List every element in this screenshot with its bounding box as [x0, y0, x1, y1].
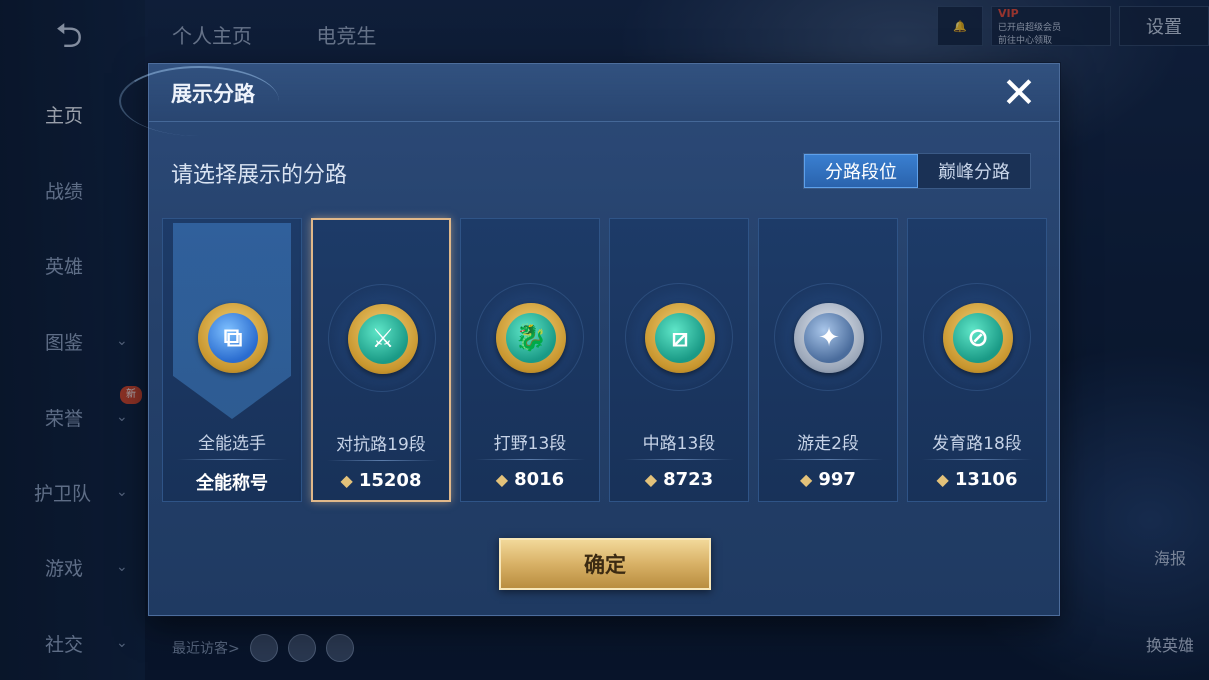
allround-emblem-icon: ⧉: [198, 303, 268, 373]
lane-card-clash[interactable]: ⚔ 对抗路19段 ◆ 15208: [311, 218, 451, 502]
score-mark-icon: ◆: [340, 471, 353, 490]
lane-score: ◆ 997: [800, 469, 856, 490]
confirm-button[interactable]: 确定: [499, 538, 711, 590]
divider: [327, 460, 437, 461]
lane-mode-toggle: 分路段位 巅峰分路: [803, 153, 1031, 189]
divider: [624, 459, 734, 460]
close-icon[interactable]: ✕: [997, 72, 1041, 116]
lane-name: 全能选手: [198, 434, 266, 454]
toggle-peak-lane[interactable]: 巅峰分路: [918, 154, 1030, 188]
roam-emblem-icon: ✦: [794, 303, 864, 373]
lane-score: ◆ 8723: [644, 469, 714, 490]
jungle-emblem-icon: 🐉: [496, 303, 566, 373]
lane-card-mid[interactable]: ⧄ 中路13段 ◆ 8723: [609, 218, 749, 502]
dialog-title: 展示分路: [171, 82, 255, 106]
lane-name: 打野13段: [493, 434, 567, 454]
lane-score: ◆ 13106: [936, 469, 1018, 490]
lane-score: ◆ 8016: [495, 469, 565, 490]
lane-name: 发育路18段: [932, 434, 1022, 454]
lane-card-allround[interactable]: ⧉ 全能选手 全能称号: [162, 218, 302, 502]
lane-display-dialog: 展示分路 ✕ 请选择展示的分路 分路段位 巅峰分路 ⧉ 全能选手 全能称号 ⚔ …: [119, 63, 1060, 616]
lane-name: 游走2段: [797, 434, 859, 454]
clash-lane-emblem-icon: ⚔: [348, 304, 418, 374]
lane-name: 对抗路19段: [336, 435, 426, 455]
score-mark-icon: ◆: [936, 470, 949, 489]
farm-lane-emblem-icon: ⊘: [943, 303, 1013, 373]
dialog-subtitle: 请选择展示的分路: [171, 163, 348, 188]
divider: [177, 459, 287, 460]
lane-card-jungle[interactable]: 🐉 打野13段 ◆ 8016: [460, 218, 600, 502]
divider: [475, 459, 585, 460]
divider: [773, 459, 883, 460]
score-mark-icon: ◆: [800, 470, 813, 489]
lane-score: 全能称号: [196, 473, 268, 494]
lane-card-roam[interactable]: ✦ 游走2段 ◆ 997: [758, 218, 898, 502]
mid-lane-emblem-icon: ⧄: [645, 303, 715, 373]
lane-card-farm[interactable]: ⊘ 发育路18段 ◆ 13106: [907, 218, 1047, 502]
lane-score: ◆ 15208: [340, 470, 422, 491]
lane-name: 中路13段: [642, 434, 716, 454]
divider: [922, 459, 1032, 460]
dialog-header: 展示分路 ✕: [119, 64, 1059, 136]
toggle-lane-rank[interactable]: 分路段位: [804, 154, 918, 188]
score-mark-icon: ◆: [644, 470, 658, 489]
score-mark-icon: ◆: [495, 470, 509, 489]
